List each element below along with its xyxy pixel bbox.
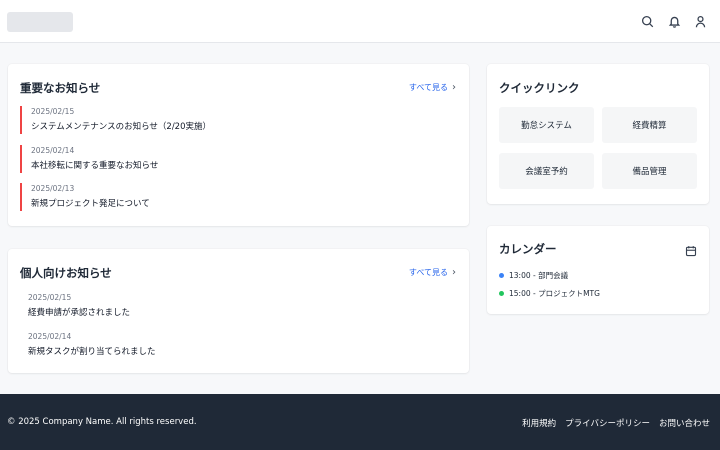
calendar-icon[interactable]	[685, 242, 697, 257]
notice-item[interactable]: 2025/02/13 新規プロジェクト発足について	[20, 183, 460, 211]
notice-item[interactable]: 2025/02/14 本社移転に関する重要なお知らせ	[20, 145, 460, 173]
important-notices-card: 重要なお知らせ すべて見る › 2025/02/15 システムメンテナンスのお知…	[8, 64, 469, 226]
footer-link-terms[interactable]: 利用規約	[522, 417, 556, 429]
user-icon[interactable]	[693, 14, 707, 28]
notice-title: 経費申請が承認されました	[28, 308, 131, 318]
quick-links-card: クイックリンク 勤怠システム 経費精算 会議室予約 備品管理	[487, 64, 709, 204]
chevron-right-icon: ›	[452, 267, 456, 278]
logo-placeholder[interactable]	[7, 12, 73, 32]
notice-date: 2025/02/14	[31, 146, 75, 155]
card-title: 重要なお知らせ	[20, 81, 101, 95]
notice-date: 2025/02/15	[31, 107, 75, 116]
event-text: 15:00 - プロジェクトMTG	[509, 289, 600, 298]
notice-title: 新規プロジェクト発足について	[31, 199, 150, 209]
personal-notice-item[interactable]: 2025/02/14 新規タスクが割り当てられました	[28, 332, 458, 360]
see-all-label: すべて見る	[408, 268, 448, 277]
bell-icon[interactable]	[667, 14, 681, 28]
notice-date: 2025/02/13	[31, 184, 75, 193]
event-dot	[499, 291, 504, 296]
calendar-event[interactable]: 15:00 - プロジェクトMTG	[499, 288, 600, 299]
event-text: 13:00 - 部門会議	[509, 271, 569, 280]
see-all-label: すべて見る	[408, 83, 448, 92]
notice-item[interactable]: 2025/02/15 システムメンテナンスのお知らせ（2/20実施）	[20, 106, 460, 134]
notice-title: 新規タスクが割り当てられました	[28, 347, 156, 357]
footer-links: 利用規約 プライバシーポリシー お問い合わせ	[522, 417, 710, 429]
top-header	[0, 0, 720, 43]
see-all-link[interactable]: すべて見る ›	[409, 82, 456, 93]
calendar-card: カレンダー 13:00 - 部門会議 15:00 - プロジェクトMTG	[487, 226, 709, 314]
calendar-event[interactable]: 13:00 - 部門会議	[499, 270, 568, 281]
event-dot	[499, 273, 504, 278]
footer-link-privacy[interactable]: プライバシーポリシー	[565, 417, 650, 429]
card-title: クイックリンク	[499, 81, 580, 95]
copyright-text: © 2025 Company Name. All rights reserved…	[7, 417, 197, 427]
card-title: 個人向けお知らせ	[20, 266, 112, 280]
chevron-right-icon: ›	[452, 82, 456, 93]
notice-date: 2025/02/14	[28, 332, 72, 341]
notice-title: システムメンテナンスのお知らせ（2/20実施）	[31, 122, 211, 132]
footer-link-contact[interactable]: お問い合わせ	[659, 417, 710, 429]
quick-link-expenses[interactable]: 経費精算	[602, 107, 697, 143]
notice-date: 2025/02/15	[28, 293, 72, 302]
search-icon[interactable]	[640, 14, 654, 28]
quick-link-equipment[interactable]: 備品管理	[602, 153, 697, 189]
footer: © 2025 Company Name. All rights reserved…	[0, 394, 720, 450]
quick-link-room-booking[interactable]: 会議室予約	[499, 153, 594, 189]
quick-link-attendance[interactable]: 勤怠システム	[499, 107, 594, 143]
personal-notice-item[interactable]: 2025/02/15 経費申請が承認されました	[28, 293, 458, 321]
notice-title: 本社移転に関する重要なお知らせ	[31, 161, 159, 171]
personal-notices-card: 個人向けお知らせ すべて見る › 2025/02/15 経費申請が承認されました…	[8, 249, 469, 373]
see-all-link[interactable]: すべて見る ›	[409, 267, 456, 278]
card-title: カレンダー	[499, 242, 557, 256]
